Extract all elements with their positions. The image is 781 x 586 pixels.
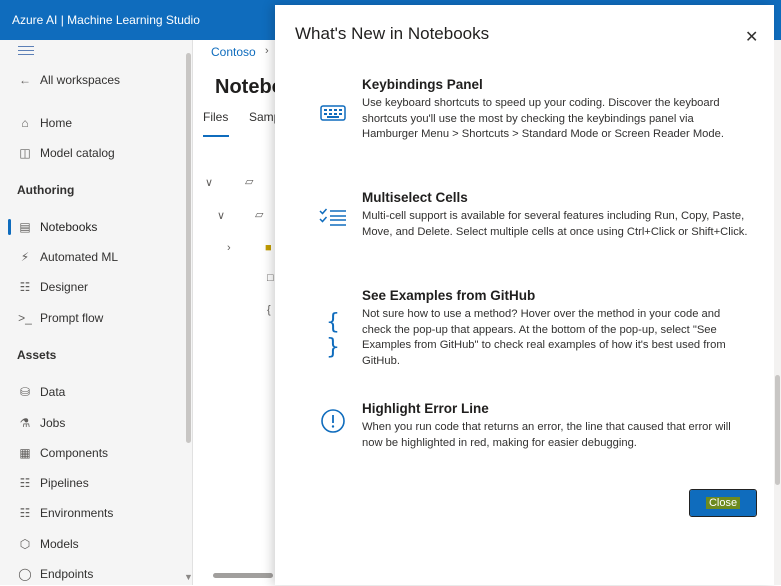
endpoints-icon: ◯ [18, 567, 32, 581]
nav-item-model-catalog[interactable]: ◫ Model catalog [0, 141, 186, 165]
nav-item-label: Automated ML [40, 250, 119, 264]
nav-item-label: Prompt flow [40, 311, 104, 325]
code-braces-icon: { } [326, 310, 340, 360]
assets-header: Assets [17, 348, 57, 362]
nav-item-label: Jobs [40, 416, 66, 430]
chevron-right-icon: › [265, 45, 269, 57]
file-icon: □ [267, 272, 274, 284]
back-arrow-icon: ← [19, 73, 31, 87]
nav-item-notebooks[interactable]: ▤ Notebooks [0, 215, 186, 239]
chevron-down-icon[interactable]: ∨ [205, 176, 213, 189]
folder-icon: ■ [265, 242, 272, 254]
multiselect-icon [319, 207, 347, 232]
nav-item-designer[interactable]: ☷ Designer [0, 275, 186, 299]
nav-item-label: Models [40, 537, 79, 551]
nav-item-environments[interactable]: ☷ Environments [0, 501, 186, 525]
close-button[interactable]: Close [689, 489, 757, 517]
folder-icon: ▱ [245, 176, 254, 188]
feature-description: When you run code that returns an error,… [362, 421, 731, 449]
nav-item-pipelines[interactable]: ☷ Pipelines [0, 471, 186, 495]
nav-item-label: Data [40, 385, 66, 399]
pipelines-icon: ☷ [19, 476, 31, 490]
nav-item-home[interactable]: ⌂ Home [0, 111, 186, 135]
feature-title: Multiselect Cells [362, 190, 468, 205]
nav-item-label: Environments [40, 506, 114, 520]
folder-icon: ▱ [255, 209, 264, 221]
nav-item-jobs[interactable]: ⚗ Jobs [0, 411, 186, 435]
close-button-label: Close [705, 497, 741, 509]
tab-files-underline [203, 135, 229, 137]
automl-icon: ⚡ [20, 250, 30, 264]
nav-item-label: Designer [40, 280, 89, 294]
notebooks-page: Contoso › Notebo Files Samp ∨ ▱ ∨ ▱ › ■ … [193, 40, 284, 585]
all-workspaces-label: All workspaces [40, 73, 121, 87]
page-scrollbar[interactable] [774, 40, 781, 585]
keyboard-icon [319, 105, 347, 126]
breadcrumb[interactable]: Contoso [211, 45, 256, 59]
environments-icon: ☷ [19, 506, 31, 520]
components-icon: ▦ [19, 446, 31, 460]
feature-description: Use keyboard shortcuts to speed up your … [362, 97, 724, 141]
feature-description: Multi-cell support is available for seve… [362, 210, 748, 238]
app-title[interactable]: Azure AI | Machine Learning Studio [12, 13, 200, 27]
nav-item-label: Model catalog [40, 146, 115, 160]
error-icon [319, 408, 347, 439]
nav-item-label: Home [40, 116, 73, 130]
nav-item-label: Notebooks [40, 220, 98, 234]
nav-item-models[interactable]: ⬡ Models [0, 532, 186, 556]
nav-item-label: Pipelines [40, 476, 89, 490]
code-file-icon: { [267, 304, 271, 316]
tab-files[interactable]: Files [203, 110, 228, 124]
left-navigation: ← All workspaces ⌂ Home ◫ Model catalog … [0, 40, 193, 585]
horizontal-scrollbar[interactable] [193, 573, 275, 579]
feature-title: See Examples from GitHub [362, 288, 536, 303]
close-icon[interactable]: ✕ [745, 27, 758, 47]
jobs-icon: ⚗ [19, 416, 31, 430]
scroll-down-arrow-icon[interactable]: ▼ [184, 572, 193, 582]
chevron-right-icon[interactable]: › [227, 242, 231, 254]
nav-item-label: Components [40, 446, 109, 460]
models-icon: ⬡ [19, 537, 31, 551]
nav-item-automated-ml[interactable]: ⚡ Automated ML [0, 245, 186, 269]
feature-title: Highlight Error Line [362, 401, 489, 416]
all-workspaces-link[interactable]: ← All workspaces [0, 68, 186, 92]
chevron-down-icon[interactable]: ∨ [217, 209, 225, 222]
nav-item-label: Endpoints [40, 567, 94, 581]
nav-item-prompt-flow[interactable]: >_ Prompt flow [0, 306, 186, 330]
home-icon: ⌂ [21, 116, 29, 130]
nav-item-endpoints[interactable]: ◯ Endpoints [0, 562, 186, 586]
page-title: Notebo [215, 76, 284, 98]
prompt-flow-icon: >_ [18, 311, 32, 325]
nav-item-data[interactable]: ⛁ Data [0, 380, 186, 404]
hamburger-menu-icon[interactable] [18, 46, 34, 58]
dialog-title: What's New in Notebooks [295, 24, 490, 43]
designer-icon: ☷ [19, 280, 31, 294]
nav-item-components[interactable]: ▦ Components [0, 441, 186, 465]
model-catalog-icon: ◫ [19, 146, 31, 160]
data-icon: ⛁ [19, 385, 31, 399]
feature-title: Keybindings Panel [362, 77, 483, 92]
whats-new-dialog: What's New in Notebooks ✕ Keybindings Pa… [275, 5, 774, 585]
authoring-header: Authoring [17, 183, 75, 197]
notebook-icon: ▤ [19, 220, 31, 234]
feature-description: Not sure how to use a method? Hover over… [362, 308, 726, 367]
nav-scrollbar[interactable] [186, 53, 191, 443]
